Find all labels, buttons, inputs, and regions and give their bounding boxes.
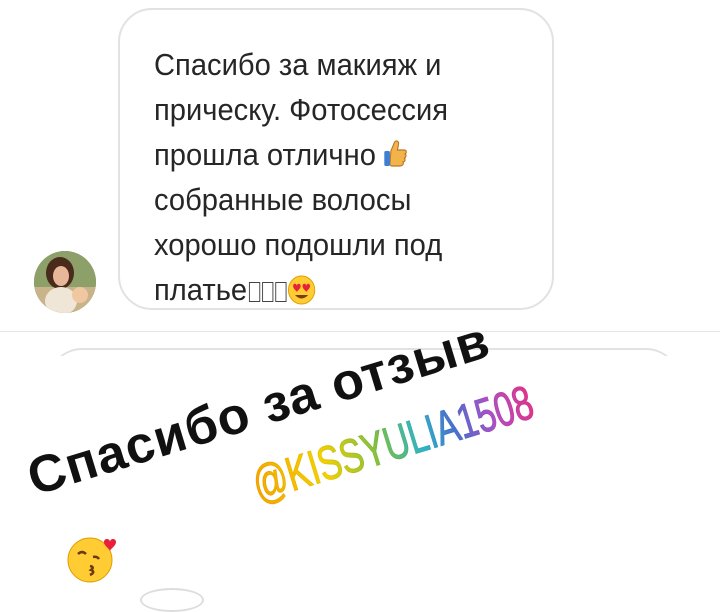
avatar[interactable] bbox=[34, 251, 96, 313]
kissing-heart-icon bbox=[67, 537, 116, 583]
message-bubble[interactable]: Спасибо за макияж и прическу. Фотосессия… bbox=[118, 8, 554, 310]
missing-glyph-box bbox=[248, 282, 261, 302]
missing-glyph-box bbox=[262, 282, 274, 302]
message-line-6: платье bbox=[154, 272, 248, 307]
message-line-5: хорошо подошли под bbox=[154, 227, 443, 262]
message-line-3: прошла отлично bbox=[154, 137, 376, 172]
missing-glyph-box bbox=[275, 282, 287, 302]
thumbs-up-icon bbox=[384, 140, 407, 167]
message-text: Спасибо за макияж и прическу. Фотосессия… bbox=[154, 42, 521, 312]
avatar-photo bbox=[34, 251, 96, 313]
heart-eyes-icon bbox=[287, 275, 316, 305]
composer-edge bbox=[140, 588, 204, 612]
message-line-2: прическу. Фотосессия bbox=[154, 92, 449, 127]
message-line-4: собранные волосы bbox=[154, 182, 412, 217]
message-line-1: Спасибо за макияж и bbox=[154, 47, 442, 82]
